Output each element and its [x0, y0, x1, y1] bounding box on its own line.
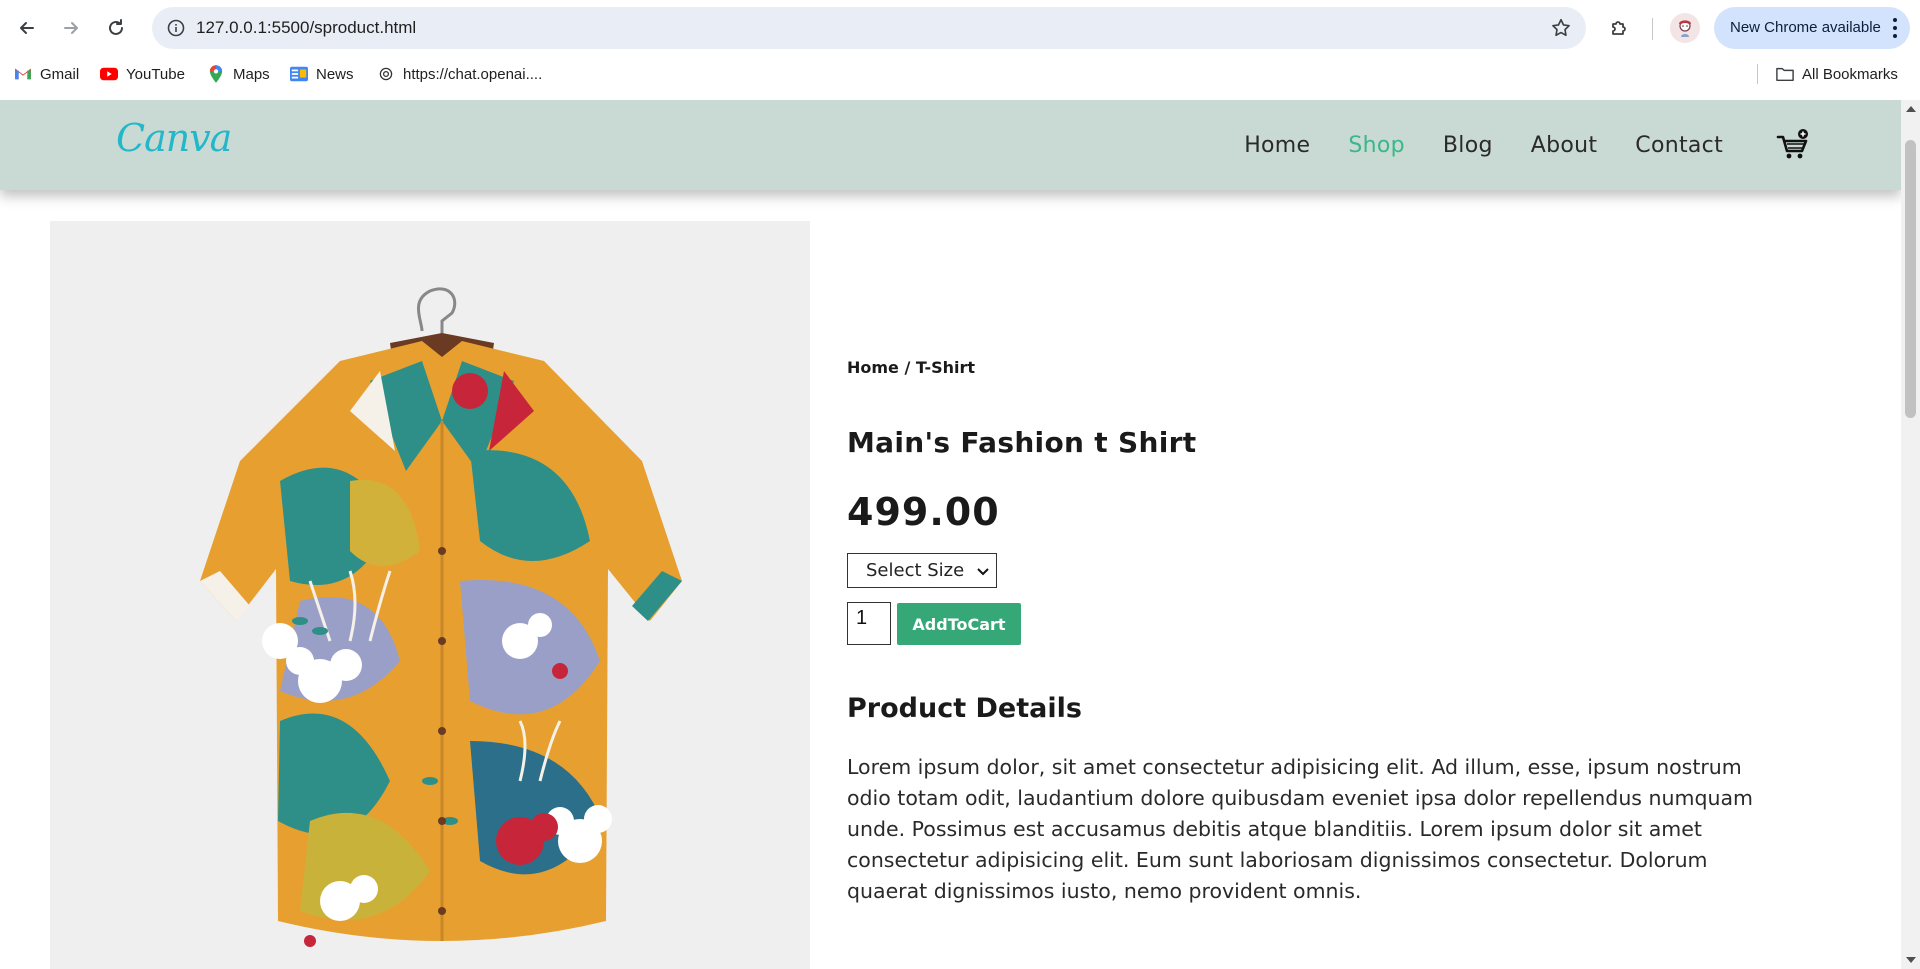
toolbar-divider	[1652, 18, 1653, 40]
size-select-value: Select Size	[866, 560, 965, 581]
puzzle-icon	[1612, 21, 1626, 35]
product-details-text: Lorem ipsum dolor, sit amet consectetur …	[847, 755, 1753, 903]
browser-toolbar: 127.0.0.1:5500/sproduct.html New Chrome …	[0, 0, 1920, 56]
page-scrollbar[interactable]	[1901, 100, 1920, 969]
bookmark-label: YouTube	[126, 65, 185, 83]
breadcrumb: Home / T-Shirt	[847, 358, 976, 377]
add-to-cart-button[interactable]: AddToCart	[897, 603, 1021, 645]
quantity-input[interactable]: 1	[847, 602, 891, 645]
page-viewport: Canva Home Shop Blog About Contact Home …	[0, 100, 1901, 969]
kebab-menu-icon[interactable]	[1892, 18, 1898, 38]
info-icon[interactable]	[166, 18, 186, 38]
arrow-left-icon	[20, 22, 34, 34]
new-chrome-available-button[interactable]: New Chrome available	[1714, 7, 1910, 49]
maps-icon	[207, 65, 225, 83]
url-text[interactable]: 127.0.0.1:5500/sproduct.html	[196, 7, 416, 49]
bookmark-label: Maps	[233, 65, 270, 83]
bookmark-chatgpt[interactable]: https://chat.openai....	[377, 56, 542, 92]
bookmark-label: News	[316, 65, 354, 83]
forward-button[interactable]	[55, 12, 87, 44]
bookmarks-bar: Gmail YouTube Maps News https://chat.ope…	[0, 56, 1920, 100]
reload-button[interactable]	[100, 12, 132, 44]
product-title: Main's Fashion t Shirt	[847, 426, 1197, 459]
folder-icon	[1776, 65, 1794, 83]
youtube-icon	[100, 65, 118, 83]
all-bookmarks-button[interactable]: All Bookmarks	[1776, 56, 1898, 92]
product-details-heading: Product Details	[847, 693, 1082, 724]
nav-home[interactable]: Home	[1244, 133, 1310, 158]
cart-icon[interactable]	[1776, 128, 1810, 162]
nav-shop[interactable]: Shop	[1348, 133, 1405, 158]
bookmark-label: https://chat.openai....	[403, 65, 543, 83]
arrow-right-icon	[64, 22, 78, 34]
all-bookmarks-label: All Bookmarks	[1802, 65, 1898, 83]
back-button[interactable]	[11, 12, 43, 44]
scroll-down-arrow-icon[interactable]	[1906, 957, 1916, 963]
avatar-icon	[1678, 20, 1692, 37]
shirt-illustration	[200, 287, 682, 947]
openai-icon	[377, 65, 395, 83]
profile-avatar[interactable]	[1670, 13, 1700, 43]
nav-about[interactable]: About	[1531, 133, 1598, 158]
reload-icon	[109, 19, 123, 35]
product-price: 499.00	[847, 490, 1000, 534]
gmail-icon	[14, 65, 32, 83]
bookmark-gmail[interactable]: Gmail	[14, 56, 79, 92]
site-header: Canva Home Shop Blog About Contact	[0, 100, 1901, 190]
bookmark-maps[interactable]: Maps	[207, 56, 270, 92]
star-icon[interactable]	[1550, 17, 1572, 39]
address-bar[interactable]: 127.0.0.1:5500/sproduct.html	[152, 7, 1586, 49]
scroll-up-arrow-icon[interactable]	[1906, 106, 1916, 112]
size-select[interactable]: Select Size	[847, 553, 997, 588]
bookmarks-divider	[1757, 64, 1758, 84]
site-logo[interactable]: Canva	[116, 116, 232, 160]
main-nav: Home Shop Blog About Contact	[1206, 100, 1723, 190]
extensions-button[interactable]	[1606, 14, 1634, 42]
product-image	[50, 221, 810, 969]
bookmark-label: Gmail	[40, 65, 80, 83]
bookmark-youtube[interactable]: YouTube	[100, 56, 185, 92]
update-label: New Chrome available	[1730, 19, 1881, 36]
chevron-down-icon	[977, 568, 989, 576]
nav-blog[interactable]: Blog	[1443, 133, 1493, 158]
scrollbar-thumb[interactable]	[1905, 140, 1916, 418]
nav-contact[interactable]: Contact	[1635, 133, 1723, 158]
news-icon	[290, 65, 308, 83]
bookmark-news[interactable]: News	[290, 56, 354, 92]
